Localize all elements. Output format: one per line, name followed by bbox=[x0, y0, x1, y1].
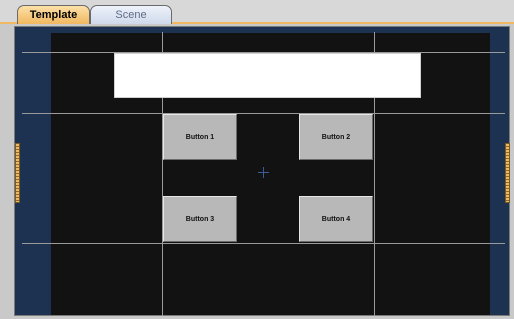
center-crosshair-icon bbox=[258, 167, 269, 178]
tab-bar: Template Scene bbox=[0, 0, 514, 24]
grid-line-horizontal-3 bbox=[22, 243, 505, 244]
tab-template[interactable]: Template bbox=[17, 5, 90, 24]
left-resize-handle[interactable] bbox=[15, 143, 20, 203]
button-3[interactable]: Button 3 bbox=[163, 196, 237, 242]
button-4[interactable]: Button 4 bbox=[299, 196, 373, 242]
title-text-box[interactable] bbox=[114, 53, 421, 98]
button-2[interactable]: Button 2 bbox=[299, 114, 373, 160]
right-resize-handle[interactable] bbox=[505, 143, 510, 203]
button-1[interactable]: Button 1 bbox=[163, 114, 237, 160]
tab-scene[interactable]: Scene bbox=[90, 5, 172, 24]
grid-line-horizontal-2 bbox=[22, 113, 505, 114]
